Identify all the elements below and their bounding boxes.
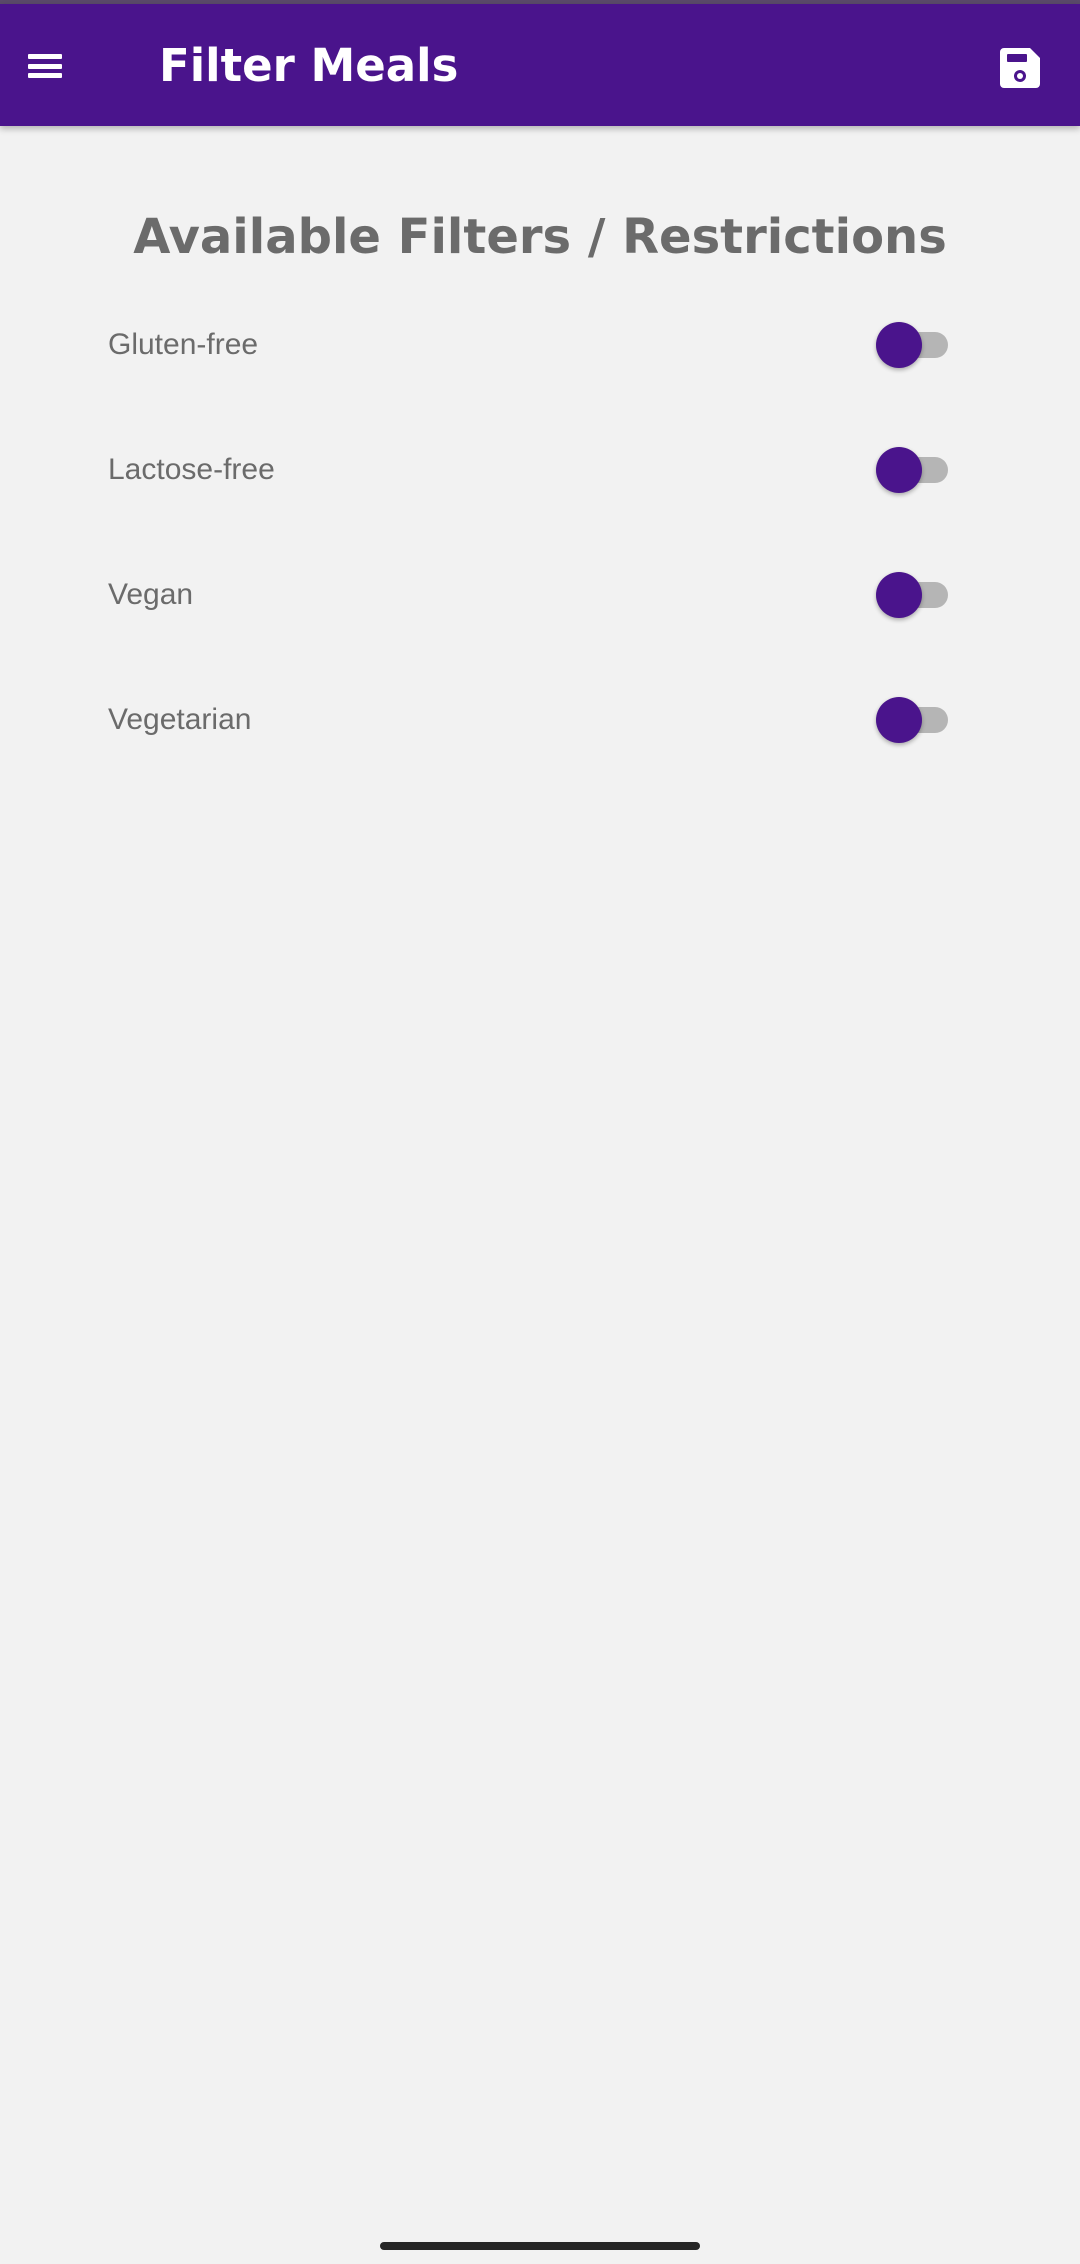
switch-thumb [876, 322, 922, 368]
filter-label: Vegetarian [108, 703, 252, 736]
filter-label: Lactose-free [108, 453, 275, 486]
page-title: Available Filters / Restrictions [133, 209, 947, 266]
lactose-free-switch[interactable] [876, 447, 948, 493]
vegetarian-switch[interactable] [876, 697, 948, 743]
switch-thumb [876, 447, 922, 493]
filter-label: Gluten-free [108, 328, 259, 361]
filter-row-vegetarian[interactable]: Vegetarian [0, 665, 1080, 775]
switch-thumb [876, 572, 922, 618]
menu-icon[interactable] [28, 46, 72, 86]
filter-label: Vegan [108, 578, 194, 611]
filter-row-gluten-free[interactable]: Gluten-free [0, 290, 1080, 400]
save-icon[interactable] [996, 44, 1044, 92]
gluten-free-switch[interactable] [876, 322, 948, 368]
app-title: Filter Meals [159, 39, 459, 92]
filter-row-lactose-free[interactable]: Lactose-free [0, 415, 1080, 525]
switch-thumb [876, 697, 922, 743]
home-indicator[interactable] [380, 2242, 700, 2250]
filter-row-vegan[interactable]: Vegan [0, 540, 1080, 650]
app-bar: Filter Meals [0, 4, 1080, 126]
vegan-switch[interactable] [876, 572, 948, 618]
